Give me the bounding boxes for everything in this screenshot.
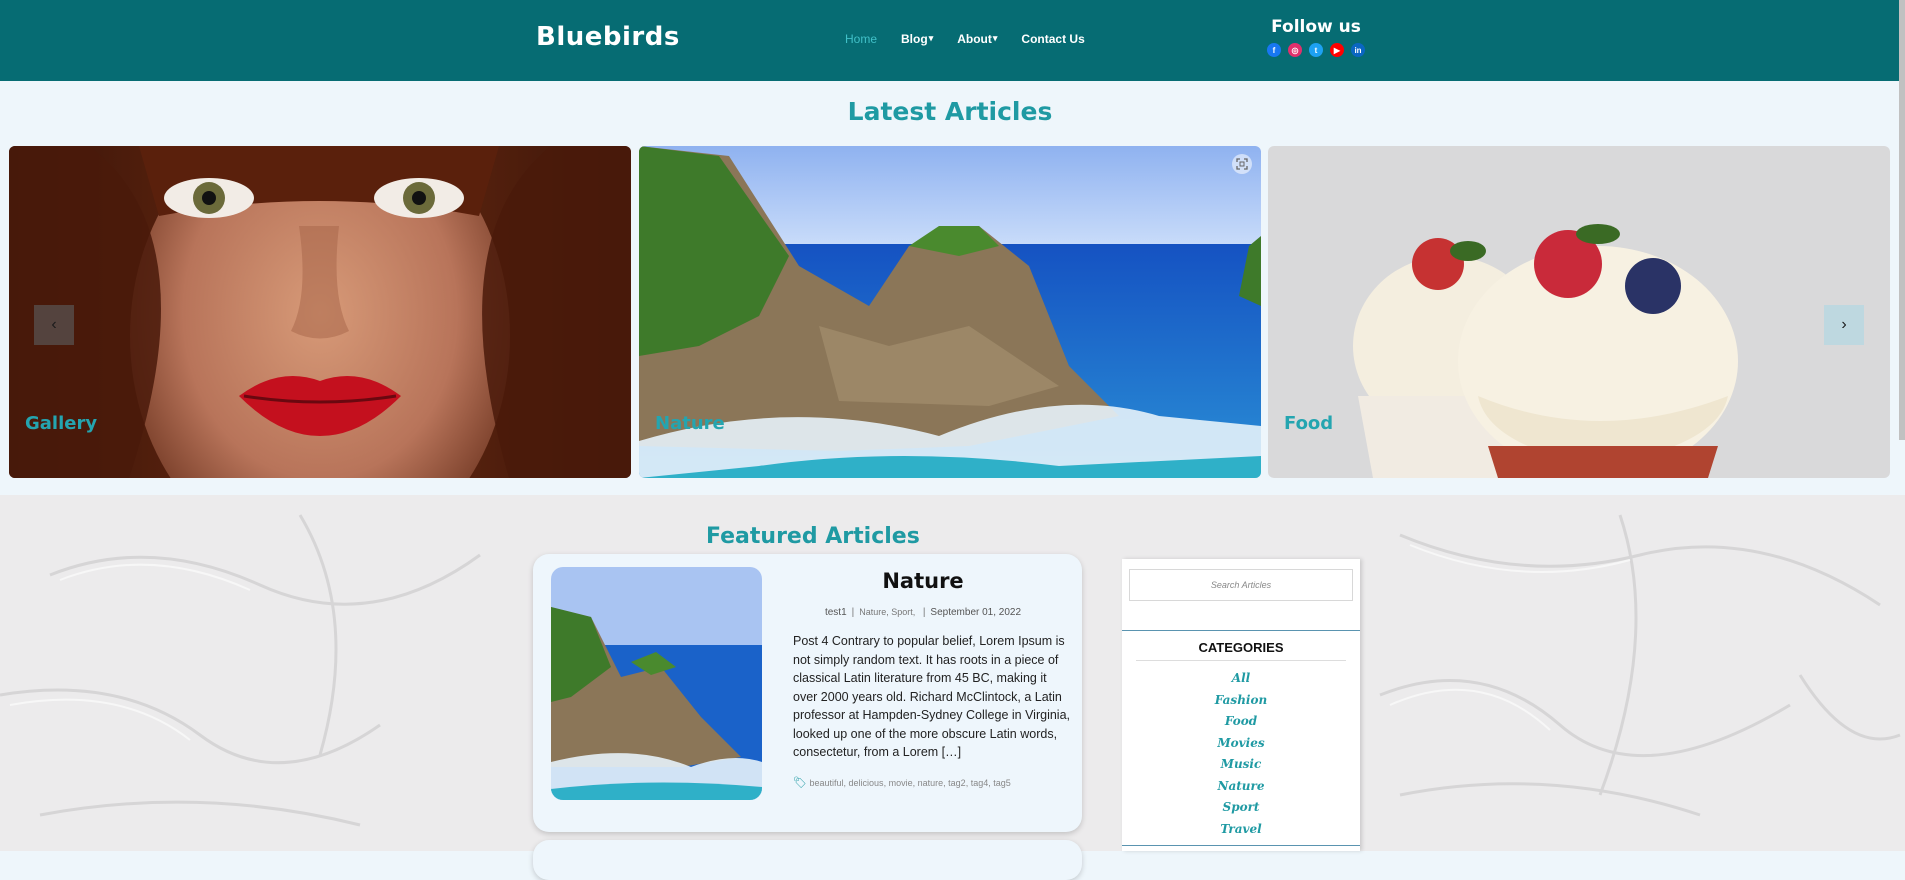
chevron-down-icon: ▾ <box>992 33 998 43</box>
site-logo[interactable]: Bluebirds <box>536 22 680 52</box>
linkedin-icon[interactable]: in <box>1351 43 1365 57</box>
expand-icon[interactable] <box>1232 154 1252 174</box>
post-tags: 🏷 beautiful, delicious, movie, nature, t… <box>793 777 1011 789</box>
sidebar: Search Articles CATEGORIES All Fashion F… <box>1122 559 1360 851</box>
slide-label[interactable]: Gallery <box>25 413 97 434</box>
category-link-movies[interactable]: Movies <box>1122 733 1360 755</box>
nav-item-home[interactable]: Home <box>845 32 877 46</box>
carousel-next-button[interactable]: › <box>1824 305 1864 345</box>
post-meta: test1 | Nature, Sport, | September 01, 2022 <box>773 607 1073 618</box>
post-category[interactable]: Nature <box>859 607 886 617</box>
youtube-icon[interactable]: ▶ <box>1330 43 1344 57</box>
category-link-fashion[interactable]: Fashion <box>1122 690 1360 712</box>
slide-image-cupcakes <box>1268 146 1890 478</box>
category-link-food[interactable]: Food <box>1122 711 1360 733</box>
post-thumbnail[interactable] <box>551 567 762 800</box>
post-author[interactable]: test1 <box>825 607 847 618</box>
instagram-icon[interactable]: ◎ <box>1288 43 1302 57</box>
post-category[interactable]: Sport <box>891 607 913 617</box>
latest-articles-heading: Latest Articles <box>847 97 1053 126</box>
nav-item-label: Blog <box>901 32 928 46</box>
chevron-down-icon: ▾ <box>928 33 934 43</box>
featured-articles-heading: Featured Articles <box>706 524 920 549</box>
post-card-next <box>533 840 1082 880</box>
post-date: September 01, 2022 <box>930 607 1022 618</box>
post-tag[interactable]: delicious <box>849 778 884 788</box>
tag-icon: 🏷 <box>793 777 807 789</box>
category-comma: , <box>912 607 918 617</box>
categories-heading: CATEGORIES <box>1198 640 1284 655</box>
divider <box>1122 630 1360 631</box>
meta-separator: | <box>851 607 855 618</box>
category-link-travel[interactable]: Travel <box>1122 819 1360 841</box>
slide-image-portrait <box>9 146 631 478</box>
site-header: Bluebirds Home Blog▾ About▾ Contact Us F… <box>0 0 1905 81</box>
slide-gallery[interactable]: Gallery <box>9 146 631 478</box>
category-link-music[interactable]: Music <box>1122 754 1360 776</box>
category-list: All Fashion Food Movies Music Nature Spo… <box>1122 668 1360 840</box>
nav-item-blog[interactable]: Blog▾ <box>901 32 933 46</box>
follow-us-title: Follow us <box>1271 17 1361 37</box>
chevron-right-icon: › <box>1841 316 1847 333</box>
page-scrollbar[interactable] <box>1899 0 1905 440</box>
chevron-left-icon: ‹ <box>51 316 57 333</box>
facebook-icon[interactable]: f <box>1267 43 1281 57</box>
search-input[interactable]: Search Articles <box>1129 569 1353 601</box>
carousel-prev-button[interactable]: ‹ <box>34 305 74 345</box>
nav-item-contact[interactable]: Contact Us <box>1021 32 1084 46</box>
category-link-nature[interactable]: Nature <box>1122 776 1360 798</box>
category-link-sport[interactable]: Sport <box>1122 797 1360 819</box>
divider <box>1122 845 1360 846</box>
post-tag[interactable]: nature <box>918 778 944 788</box>
post-tag[interactable]: beautiful <box>809 778 843 788</box>
twitter-icon[interactable]: t <box>1309 43 1323 57</box>
post-tag[interactable]: tag4 <box>971 778 989 788</box>
nav-item-label: Contact Us <box>1021 32 1085 46</box>
post-tag[interactable]: tag5 <box>993 778 1011 788</box>
nav-item-label: Home <box>845 32 878 46</box>
follow-us: Follow us f ◎ t ▶ in <box>1248 17 1384 57</box>
social-links: f ◎ t ▶ in <box>1248 43 1384 57</box>
divider <box>1136 660 1346 661</box>
slide-label[interactable]: Food <box>1284 413 1333 434</box>
meta-separator: | <box>922 607 926 618</box>
post-tag[interactable]: tag2 <box>948 778 966 788</box>
post-title[interactable]: Nature <box>773 569 1073 593</box>
nav-item-about[interactable]: About▾ <box>957 32 997 46</box>
post-excerpt: Post 4 Contrary to popular belief, Lorem… <box>793 634 1071 759</box>
category-link-all[interactable]: All <box>1122 668 1360 690</box>
nav-item-label: About <box>957 32 992 46</box>
slide-label[interactable]: Nature <box>655 413 725 434</box>
main-nav: Home Blog▾ About▾ Contact Us <box>845 32 1085 46</box>
post-tag[interactable]: movie <box>889 778 913 788</box>
slide-food[interactable]: Food <box>1268 146 1890 478</box>
post-card: Nature test1 | Nature, Sport, | September 0… <box>533 554 1082 832</box>
slide-nature[interactable]: Nature <box>639 146 1261 478</box>
slide-image-rocky-coast <box>639 146 1261 478</box>
